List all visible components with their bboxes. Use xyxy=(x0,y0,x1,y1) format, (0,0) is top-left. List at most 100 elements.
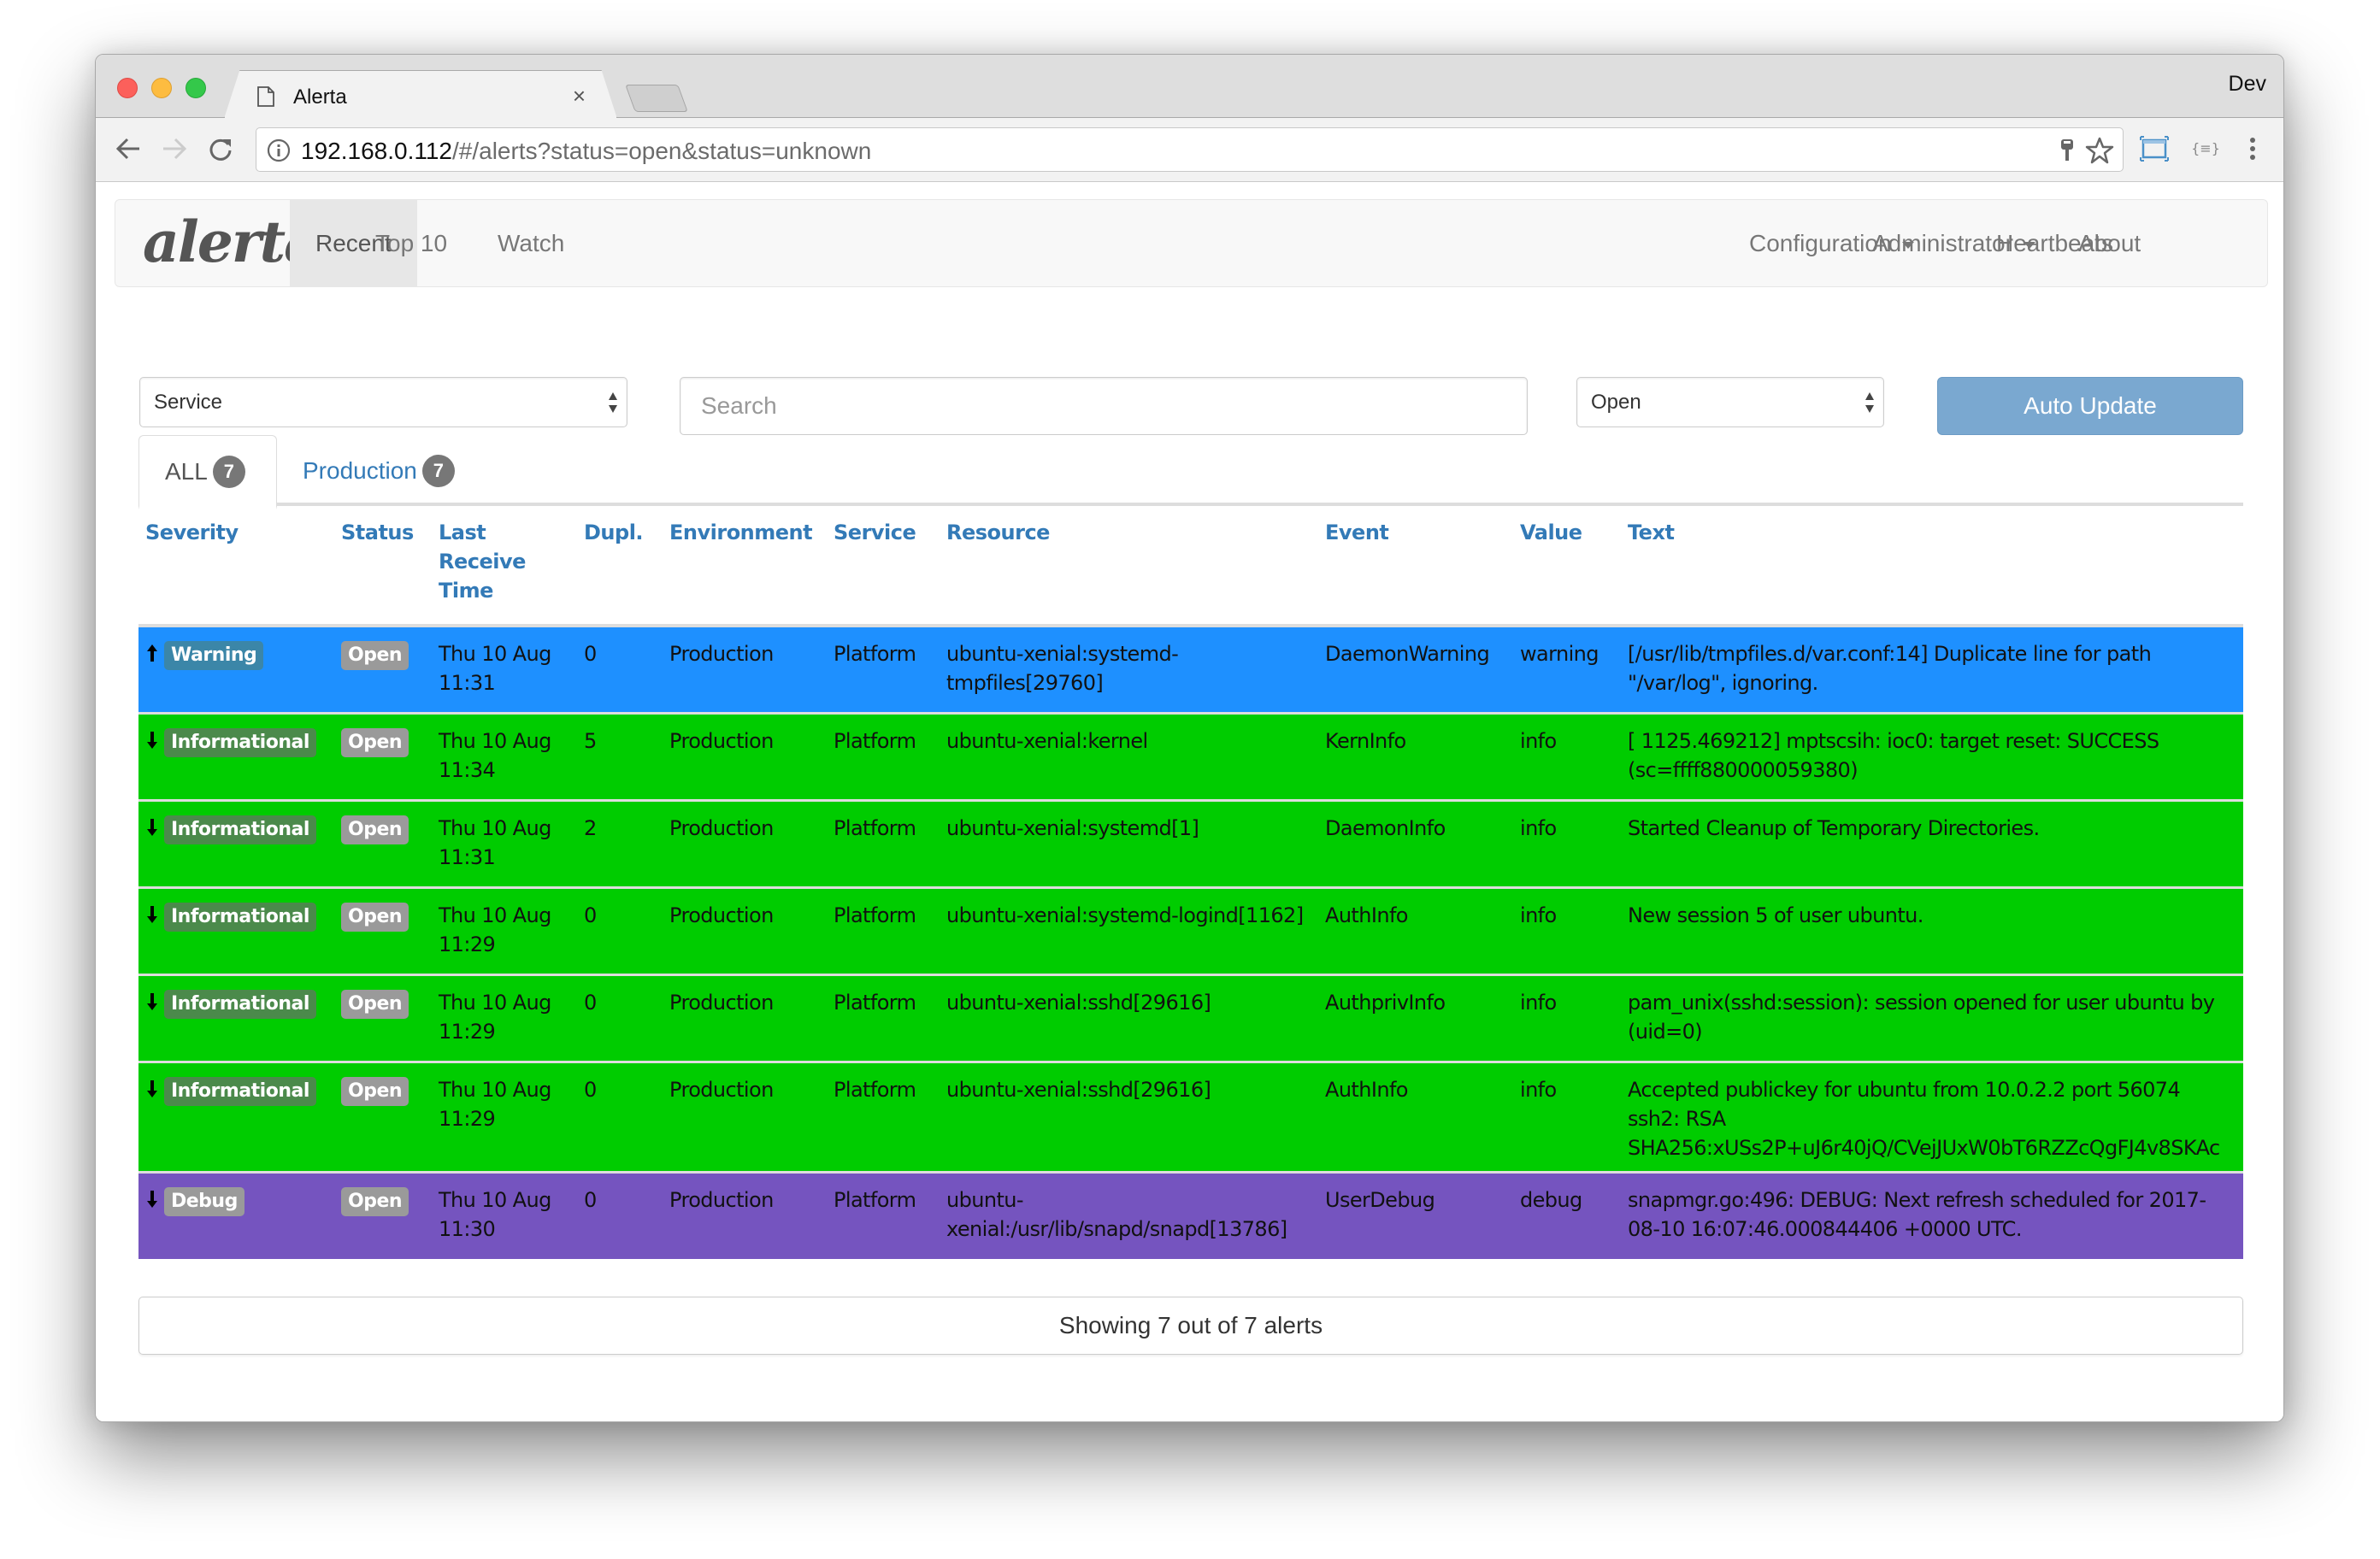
dupl-cell: 0 xyxy=(577,1060,663,1172)
address-bar[interactable]: 192.168.0.112/#/alerts?status=open&statu… xyxy=(256,127,2124,172)
tab-all[interactable]: ALL 7 xyxy=(138,435,277,509)
severity-label: Informational xyxy=(164,727,316,757)
last-receive-time-cell: Thu 10 Aug 11:30 xyxy=(432,1170,577,1259)
service-cell: Platform xyxy=(827,624,940,713)
receive-date: Thu 10 Aug xyxy=(439,642,551,666)
service-cell: Platform xyxy=(827,885,940,974)
receive-time: 11:34 xyxy=(439,757,496,782)
dupl-cell: 0 xyxy=(577,624,663,713)
last-receive-time-cell: Thu 10 Aug 11:29 xyxy=(432,973,577,1062)
event-cell: DaemonInfo xyxy=(1318,798,1513,887)
text-cell: Accepted publickey for ubuntu from 10.0.… xyxy=(1621,1060,2243,1172)
json-viewer-extension-button[interactable]: {≡} xyxy=(2189,130,2223,168)
last-receive-time-cell: Thu 10 Aug 11:29 xyxy=(432,885,577,974)
status-filter-select[interactable]: Open xyxy=(1576,377,1884,427)
column-header-last-receive-time[interactable]: Last Receive Time xyxy=(432,506,577,627)
alert-row[interactable]: Informational Open Thu 10 Aug 11:29 0 Pro… xyxy=(138,885,2243,974)
alert-row[interactable]: Informational Open Thu 10 Aug 11:29 0 Pro… xyxy=(138,1060,2243,1172)
severity-cell: Informational xyxy=(138,711,334,800)
environment-cell: Production xyxy=(663,798,827,887)
alert-row[interactable]: Informational Open Thu 10 Aug 11:29 0 Pro… xyxy=(138,973,2243,1062)
minimize-window-button[interactable] xyxy=(151,78,172,98)
status-cell: Open xyxy=(334,885,432,974)
status-label: Open xyxy=(341,1076,409,1106)
alert-row[interactable]: Warning Open Thu 10 Aug 11:31 0 Productio… xyxy=(138,624,2243,713)
key-icon[interactable] xyxy=(2059,138,2075,162)
maximize-window-button[interactable] xyxy=(186,78,206,98)
arrow-down-icon xyxy=(147,818,157,836)
receive-date: Thu 10 Aug xyxy=(439,990,551,1015)
new-tab-button[interactable] xyxy=(625,85,688,112)
receive-time: 11:31 xyxy=(439,844,496,869)
environment-cell: Production xyxy=(663,624,827,713)
dupl-cell: 0 xyxy=(577,885,663,974)
alerts-table: Severity Status Last Receive Time Dupl. … xyxy=(138,506,2243,1259)
alert-row[interactable]: Informational Open Thu 10 Aug 11:34 5 Pro… xyxy=(138,711,2243,800)
tab-strip: Alerta × Dev xyxy=(96,55,2283,119)
column-header-severity[interactable]: Severity xyxy=(138,506,334,627)
forward-button[interactable] xyxy=(156,130,193,168)
receive-time: 11:31 xyxy=(439,671,496,695)
url-text[interactable]: 192.168.0.112/#/alerts?status=open&statu… xyxy=(301,138,871,165)
browser-menu-button[interactable] xyxy=(2240,130,2265,168)
text-cell: pam_unix(sshd:session): session opened f… xyxy=(1621,973,2243,1062)
status-cell: Open xyxy=(334,624,432,713)
status-cell: Open xyxy=(334,973,432,1062)
status-label: Open xyxy=(341,989,409,1019)
status-label: Open xyxy=(341,641,409,670)
column-header-dupl[interactable]: Dupl. xyxy=(577,506,663,627)
nav-watch[interactable]: Watch xyxy=(472,200,590,286)
window-frame-icon xyxy=(2140,136,2169,162)
reload-icon xyxy=(209,138,232,161)
info-icon[interactable] xyxy=(267,138,291,162)
environment-cell: Production xyxy=(663,973,827,1062)
column-header-resource[interactable]: Resource xyxy=(940,506,1318,627)
nav-top-10[interactable]: Top 10 xyxy=(350,200,473,286)
nav-about[interactable]: About xyxy=(2053,200,2166,286)
auto-update-button[interactable]: Auto Update xyxy=(1937,377,2243,435)
environment-cell: Production xyxy=(663,885,827,974)
column-header-status[interactable]: Status xyxy=(334,506,432,627)
count-badge: 7 xyxy=(212,456,245,488)
service-filter-select[interactable]: Service xyxy=(139,377,627,427)
column-header-text[interactable]: Text xyxy=(1621,506,2243,627)
dupl-cell: 5 xyxy=(577,711,663,800)
bookmark-star-icon[interactable] xyxy=(2085,136,2114,165)
event-cell: UserDebug xyxy=(1318,1170,1513,1259)
text-cell: [/usr/lib/tmpfiles.d/var.conf:14] Duplic… xyxy=(1621,624,2243,713)
close-tab-icon[interactable]: × xyxy=(573,83,586,109)
event-cell: AuthInfo xyxy=(1318,1060,1513,1172)
column-header-service[interactable]: Service xyxy=(827,506,940,627)
arrow-up-icon xyxy=(147,644,157,662)
alert-row[interactable]: Debug Open Thu 10 Aug 11:30 0 Production … xyxy=(138,1170,2243,1259)
cast-extension-button[interactable] xyxy=(2137,130,2171,168)
column-header-environment[interactable]: Environment xyxy=(663,506,827,627)
browser-tab-alerta[interactable]: Alerta × xyxy=(224,70,617,119)
table-header-row: Severity Status Last Receive Time Dupl. … xyxy=(138,506,2243,627)
severity-label: Informational xyxy=(164,989,316,1019)
value-cell: warning xyxy=(1513,624,1621,713)
status-cell: Open xyxy=(334,1060,432,1172)
json-braces-icon: {≡} xyxy=(2193,140,2218,156)
profile-name[interactable]: Dev xyxy=(2229,72,2266,97)
alert-row[interactable]: Informational Open Thu 10 Aug 11:31 2 Pro… xyxy=(138,798,2243,887)
reload-button[interactable] xyxy=(202,130,239,168)
column-header-event[interactable]: Event xyxy=(1318,506,1513,627)
resource-cell: ubuntu-xenial:kernel xyxy=(940,711,1318,800)
search-input[interactable] xyxy=(680,377,1528,435)
browser-window: Alerta × Dev 192.168.0.112/#/alerts?stat… xyxy=(95,54,2284,1422)
resource-cell: ubuntu-xenial:systemd-logind[1162] xyxy=(940,885,1318,974)
environment-cell: Production xyxy=(663,1170,827,1259)
tab-production[interactable]: Production 7 xyxy=(277,435,480,506)
severity-label: Informational xyxy=(164,1076,316,1106)
value-cell: info xyxy=(1513,798,1621,887)
severity-label: Debug xyxy=(164,1186,244,1216)
arrow-down-icon xyxy=(147,731,157,749)
status-label: Open xyxy=(341,727,409,757)
back-button[interactable] xyxy=(109,130,147,168)
service-cell: Platform xyxy=(827,711,940,800)
status-filter-value: Open xyxy=(1591,391,1641,414)
close-window-button[interactable] xyxy=(117,78,138,98)
column-header-value[interactable]: Value xyxy=(1513,506,1621,627)
more-vert-icon xyxy=(2250,138,2255,160)
